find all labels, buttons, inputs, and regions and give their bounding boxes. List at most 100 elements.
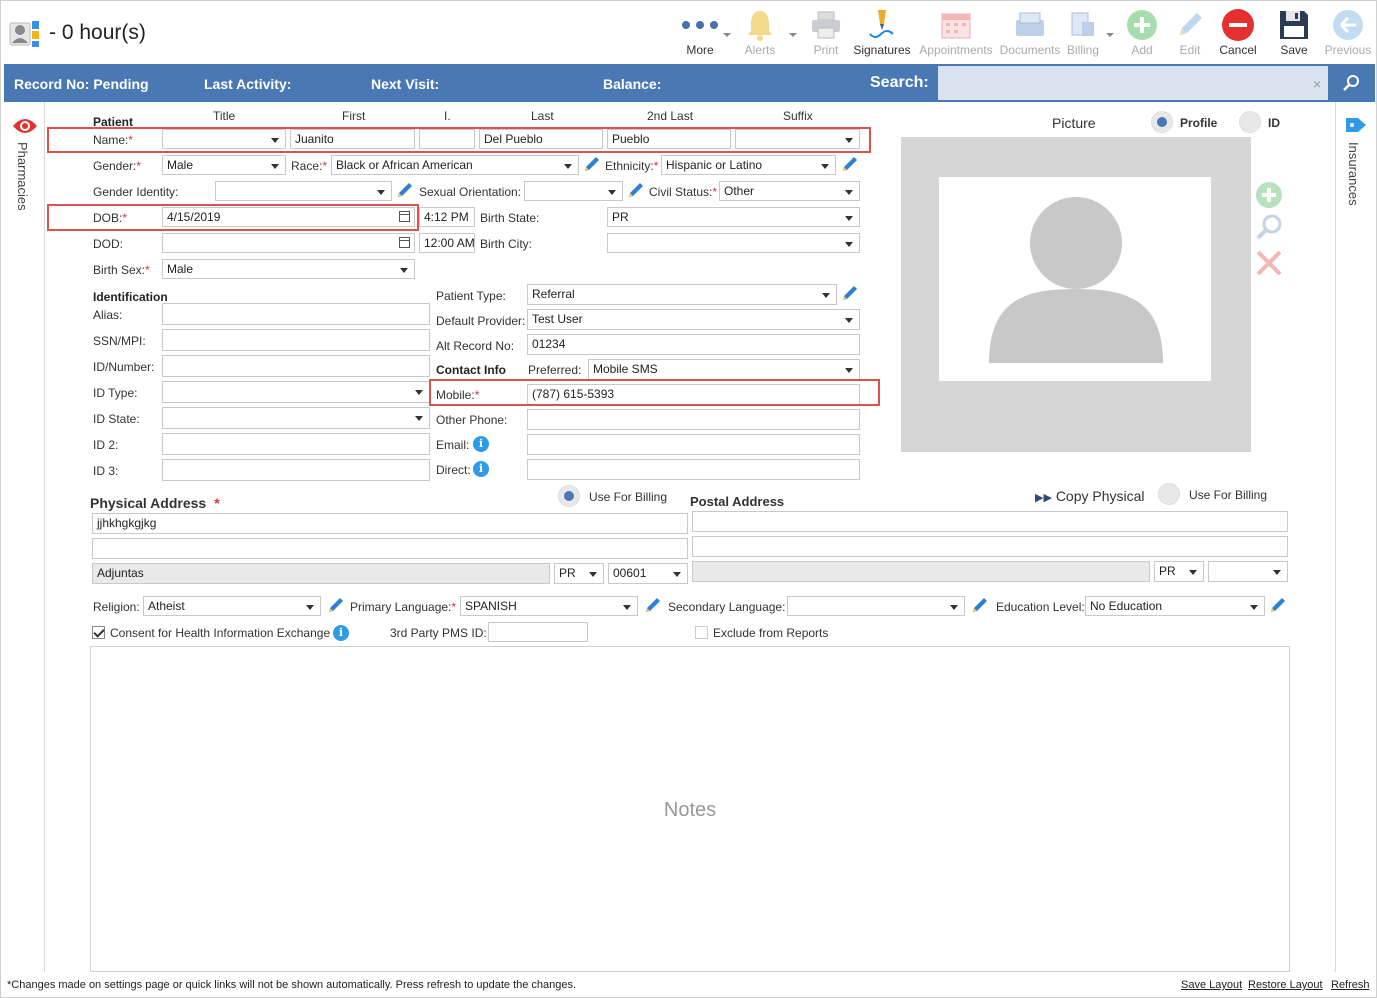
search-button[interactable] [1330, 66, 1372, 100]
alias-label: Alias: [93, 308, 123, 322]
direct-input[interactable] [527, 459, 860, 480]
postal-zip-select[interactable] [1208, 561, 1288, 582]
preferred-label: Preferred: [528, 363, 582, 377]
education-level-edit-pencil-icon[interactable] [1269, 596, 1287, 614]
print-button[interactable]: Print [797, 7, 855, 63]
more-caret-icon[interactable] [723, 33, 731, 37]
insurances-panel-tab[interactable]: Insurances [1336, 102, 1376, 972]
sexual-orientation-select[interactable] [524, 181, 623, 201]
race-select[interactable]: Black or African American [331, 155, 579, 175]
alias-input[interactable] [162, 303, 430, 325]
birth-sex-select[interactable]: Male [162, 259, 415, 279]
dod-time-input[interactable]: 12:00 AM [419, 233, 475, 253]
postal-state-select[interactable]: PR [1154, 561, 1204, 582]
search-input[interactable] [938, 66, 1328, 100]
birth-city-select[interactable] [607, 233, 860, 253]
printer-icon [797, 7, 855, 43]
search-clear-icon[interactable]: × [1313, 76, 1321, 92]
patient-type-select[interactable]: Referral [527, 284, 837, 305]
save-button[interactable]: Save [1265, 7, 1323, 63]
alerts-button[interactable]: Alerts [731, 7, 789, 63]
email-info-icon[interactable]: i [473, 436, 489, 452]
birth-sex-label: Birth Sex:* [93, 263, 150, 277]
alt-record-input[interactable]: 01234 [527, 334, 860, 355]
more-button[interactable]: More [671, 7, 729, 63]
alerts-caret-icon[interactable] [789, 33, 797, 37]
ethnicity-select[interactable]: Hispanic or Latino [661, 155, 836, 175]
physical-use-for-billing-radio[interactable] [558, 485, 580, 507]
consent-info-icon[interactable]: i [333, 625, 349, 641]
notes-area[interactable]: Notes [90, 646, 1290, 972]
documents-button[interactable]: Documents [999, 7, 1061, 63]
id3-input[interactable] [162, 459, 430, 481]
race-label: Race:* [291, 159, 328, 173]
postal-address-line1[interactable] [692, 511, 1288, 532]
secondary-language-select[interactable] [787, 596, 965, 616]
id-type-label: ID Type: [93, 386, 138, 400]
patient-type-label: Patient Type: [436, 289, 506, 303]
postal-use-for-billing-label: Use For Billing [1189, 488, 1268, 502]
gender-identity-select[interactable] [215, 181, 392, 201]
sexual-orientation-edit-pencil-icon[interactable] [627, 181, 645, 199]
postal-city-input[interactable] [692, 561, 1150, 582]
education-level-select[interactable]: No Education [1085, 596, 1265, 616]
ethnicity-label: Ethnicity:* [605, 159, 659, 173]
restore-layout-link[interactable]: Restore Layout [1248, 979, 1323, 991]
direct-info-icon[interactable]: i [473, 461, 489, 477]
double-arrow-icon: ▶▶ [1035, 492, 1052, 504]
gender-select[interactable]: Male [162, 155, 286, 175]
col-first-header: First [342, 109, 366, 123]
dod-date-input[interactable] [162, 233, 415, 253]
consent-checkbox[interactable] [92, 626, 105, 639]
dob-time-input[interactable]: 4:12 PM [419, 207, 475, 227]
remove-picture-icon[interactable] [1255, 249, 1283, 277]
profile-radio[interactable] [1151, 111, 1173, 133]
id2-input[interactable] [162, 433, 430, 455]
calendar-icon[interactable] [399, 237, 410, 248]
civil-status-select[interactable]: Other [719, 181, 860, 201]
cancel-button[interactable]: Cancel [1209, 7, 1267, 63]
postal-use-for-billing-radio[interactable] [1158, 483, 1180, 505]
physical-zip-select[interactable]: 00601 [608, 563, 688, 584]
id-type-select[interactable] [162, 381, 430, 403]
physical-state-select[interactable]: PR [554, 563, 604, 584]
other-phone-label: Other Phone: [436, 413, 508, 427]
email-input[interactable] [527, 434, 860, 455]
religion-edit-pencil-icon[interactable] [327, 596, 345, 614]
pharmacies-panel-tab[interactable]: Pharmacies [4, 102, 44, 972]
id3-label: ID 3: [93, 464, 119, 478]
preferred-contact-select[interactable]: Mobile SMS [588, 359, 860, 380]
default-provider-select[interactable]: Test User [527, 309, 860, 330]
add-picture-icon[interactable] [1255, 181, 1283, 209]
exclude-from-reports-checkbox[interactable] [695, 626, 708, 639]
signatures-button[interactable]: Signatures [853, 7, 911, 63]
other-phone-input[interactable] [527, 409, 860, 430]
race-edit-pencil-icon[interactable] [583, 155, 601, 173]
primary-language-select[interactable]: SPANISH [460, 596, 638, 616]
contact-info-title: Contact Info [436, 363, 506, 377]
third-party-pms-input[interactable] [488, 622, 588, 642]
gender-identity-edit-pencil-icon[interactable] [396, 181, 414, 199]
refresh-link[interactable]: Refresh [1331, 979, 1370, 991]
religion-select[interactable]: Atheist [143, 596, 321, 616]
physical-city-input[interactable]: Adjuntas [92, 563, 550, 584]
appointments-button[interactable]: Appointments [917, 7, 995, 63]
primary-language-edit-pencil-icon[interactable] [644, 596, 662, 614]
secondary-language-edit-pencil-icon[interactable] [971, 596, 989, 614]
id-state-select[interactable] [162, 407, 430, 429]
copy-physical-button[interactable]: ▶▶ Copy Physical [1035, 488, 1145, 504]
ethnicity-edit-pencil-icon[interactable] [841, 155, 859, 173]
id-radio[interactable] [1239, 111, 1261, 133]
physical-address-line1[interactable]: jjhkhgkgjkg [92, 513, 688, 534]
save-layout-link[interactable]: Save Layout [1181, 979, 1242, 991]
billing-button[interactable]: Billing [1059, 7, 1107, 63]
previous-button[interactable]: Previous [1319, 7, 1377, 63]
birth-state-select[interactable]: PR [607, 207, 860, 227]
patient-type-edit-pencil-icon[interactable] [841, 284, 859, 302]
postal-address-line2[interactable] [692, 536, 1288, 557]
ssn-input[interactable] [162, 329, 430, 351]
zoom-picture-icon[interactable] [1255, 213, 1283, 241]
postal-address-title: Postal Address [690, 494, 785, 509]
physical-address-line2[interactable] [92, 538, 688, 559]
id-number-input[interactable] [162, 355, 430, 377]
